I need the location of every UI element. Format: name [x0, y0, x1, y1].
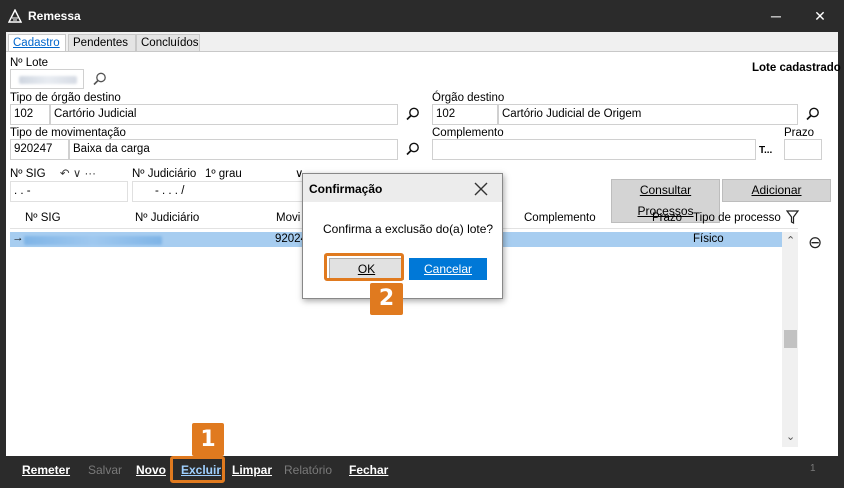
relatorio-button[interactable]: Relatório — [284, 463, 332, 477]
limpar-button[interactable]: Limpar — [232, 463, 272, 477]
highlight-excluir — [170, 456, 225, 483]
scroll-thumb[interactable] — [784, 330, 797, 348]
tipo-mov-code-input[interactable]: 920247 — [10, 139, 69, 160]
salvar-button[interactable]: Salvar — [88, 463, 122, 477]
sig-input[interactable]: . . - — [10, 181, 128, 202]
prazo-label: Prazo — [784, 127, 815, 139]
fechar-button[interactable]: Fechar — [349, 463, 388, 477]
scroll-up-button[interactable]: ⌃ — [786, 234, 795, 247]
dialog-title: Confirmação — [309, 182, 383, 196]
orgao-label: Órgão destino — [432, 92, 505, 104]
orgao-code-input[interactable]: 102 — [432, 104, 498, 125]
lote-label: Nº Lote — [10, 57, 49, 69]
tipo-orgao-name-input[interactable]: Cartório Judicial — [50, 104, 398, 125]
judiciario-input[interactable]: - . . . / — [132, 181, 304, 202]
col-complemento[interactable]: Complemento — [524, 212, 596, 224]
row-current-arrow-icon: → — [12, 232, 24, 244]
tipo-orgao-code-input[interactable]: 102 — [10, 104, 50, 125]
grau-select[interactable]: 1º grau — [205, 168, 242, 180]
bottom-toolbar — [6, 457, 838, 483]
col-judiciario[interactable]: Nº Judiciário — [135, 212, 199, 224]
step-badge-1: 1 — [192, 423, 224, 456]
sig-tools[interactable]: ↶ ∨ ··· — [60, 166, 96, 180]
sig-label: Nº SIG — [10, 168, 46, 180]
novo-button[interactable]: Novo — [136, 463, 166, 477]
remeter-button[interactable]: Remeter — [22, 463, 70, 477]
minimize-button[interactable]: ─ — [766, 6, 786, 26]
dialog-close-icon[interactable] — [471, 179, 491, 199]
complemento-more-button[interactable]: T... — [759, 145, 772, 156]
complemento-label: Complemento — [432, 127, 504, 139]
window-title: Remessa — [28, 9, 81, 23]
prazo-input[interactable] — [784, 139, 822, 160]
search-tipo-orgao-icon[interactable] — [405, 106, 421, 122]
search-lote-icon[interactable] — [92, 71, 108, 87]
lote-input[interactable] — [10, 69, 84, 89]
tab-concluidos[interactable]: Concluídos — [136, 34, 200, 52]
close-window-button[interactable]: ✕ — [810, 6, 830, 26]
tipo-orgao-label: Tipo de órgão destino — [10, 92, 121, 104]
complemento-input[interactable] — [432, 139, 756, 160]
lote-status-text: Lote cadastrado — [752, 62, 841, 74]
app-logo-icon — [8, 9, 22, 23]
page-number: 1 — [810, 463, 816, 474]
cancel-button[interactable]: Cancelar — [409, 258, 487, 280]
tipo-mov-name-input[interactable]: Baixa da carga — [69, 139, 398, 160]
highlight-ok — [324, 253, 404, 281]
judiciario-label: Nº Judiciário — [132, 168, 197, 180]
filter-icon[interactable] — [786, 210, 800, 225]
orgao-name-input[interactable]: Cartório Judicial de Origem — [498, 104, 798, 125]
search-orgao-icon[interactable] — [805, 106, 821, 122]
col-movimentacao[interactable]: Movi — [276, 212, 300, 224]
dialog-message: Confirma a exclusão do(a) lote? — [323, 222, 494, 236]
row-sig-redacted — [24, 236, 162, 245]
col-tipo-processo[interactable]: Tipo de processo — [693, 212, 781, 224]
title-bar: Remessa ─ ✕ — [0, 0, 844, 32]
remove-row-icon[interactable]: ⊖ — [808, 233, 822, 253]
col-prazo[interactable]: Prazo — [652, 212, 682, 224]
col-sig[interactable]: Nº SIG — [25, 212, 61, 224]
scroll-down-button[interactable]: ⌄ — [786, 430, 795, 443]
tipo-mov-label: Tipo de movimentação — [10, 127, 126, 139]
tab-pendentes[interactable]: Pendentes — [68, 34, 136, 52]
row-tipo-processo: Físico — [693, 233, 724, 245]
search-tipo-mov-icon[interactable] — [405, 141, 421, 157]
adicionar-button[interactable]: Adicionar — [722, 179, 831, 202]
step-badge-2: 2 — [370, 283, 403, 315]
